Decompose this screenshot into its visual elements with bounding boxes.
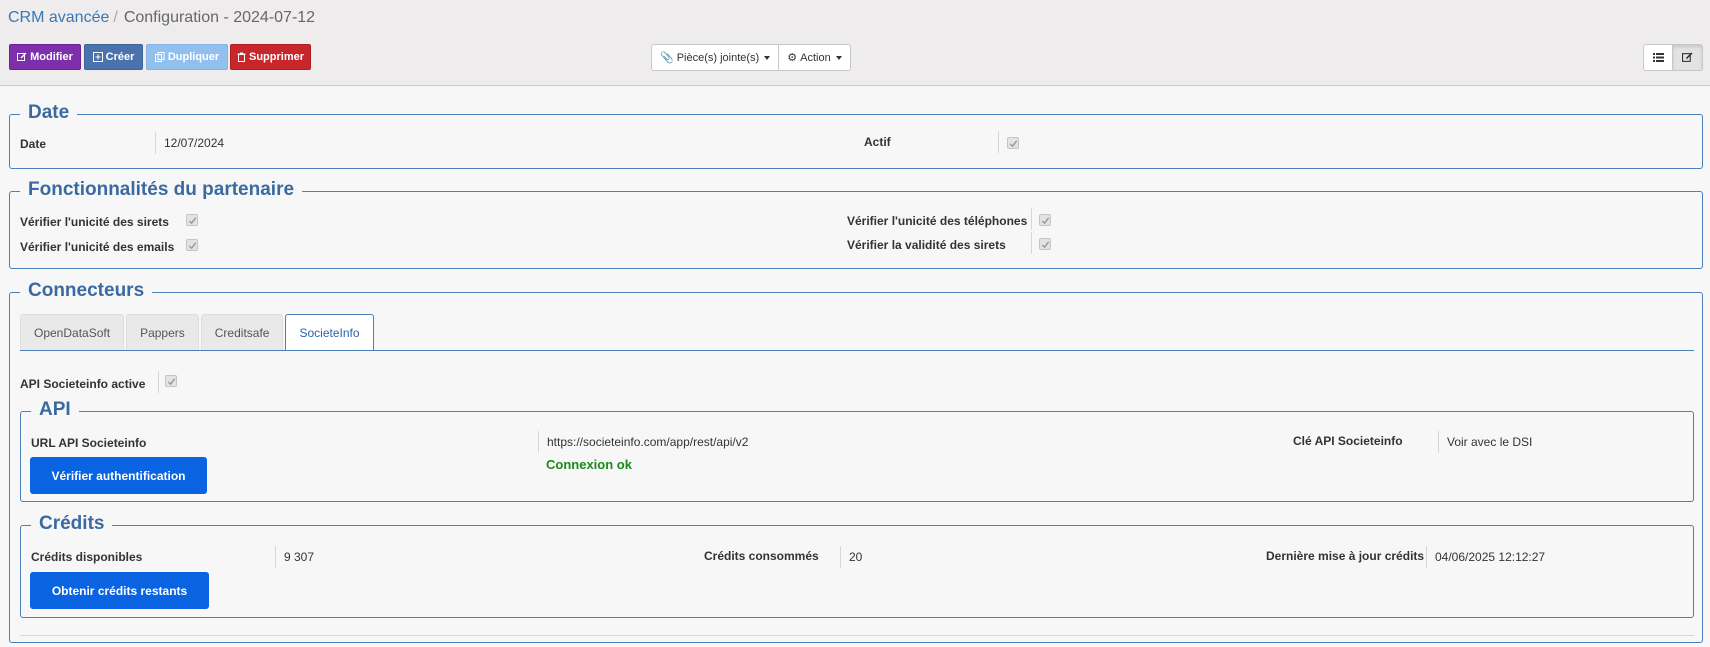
sirets-valid-label: Vérifier la validité des sirets bbox=[847, 238, 1006, 252]
divider bbox=[20, 635, 1694, 636]
api-active-label: API Societeinfo active bbox=[20, 377, 146, 391]
check-icon bbox=[167, 377, 175, 385]
creer-label: Créer bbox=[105, 51, 135, 63]
get-credits-button[interactable]: Obtenir crédits restants bbox=[30, 572, 209, 609]
last-update-value: 04/06/2025 12:12:27 bbox=[1426, 546, 1545, 568]
api-subsection-legend: API bbox=[31, 399, 79, 421]
breadcrumb-separator: / bbox=[113, 9, 118, 26]
url-api-label: URL API Societeinfo bbox=[31, 436, 147, 450]
credits-subsection-legend: Crédits bbox=[31, 513, 113, 535]
list-view-button[interactable] bbox=[1643, 44, 1673, 71]
check-icon bbox=[1041, 240, 1049, 248]
modifier-label: Modifier bbox=[30, 51, 73, 63]
dupliquer-label: Dupliquer bbox=[167, 51, 220, 63]
features-section: Fonctionnalités du partenaire Vérifier l… bbox=[9, 179, 1703, 269]
last-update-label: Dernière mise à jour crédits bbox=[1266, 549, 1425, 563]
plus-square-icon bbox=[92, 52, 103, 62]
edit-icon bbox=[17, 52, 27, 61]
view-toggle bbox=[1643, 44, 1703, 71]
check-icon bbox=[1041, 216, 1049, 224]
sirets-valid-checkbox[interactable] bbox=[1039, 238, 1051, 250]
tab-divider bbox=[20, 350, 1694, 351]
api-active-checkbox[interactable] bbox=[165, 375, 177, 387]
action-dropdown[interactable]: ⚙ Action bbox=[779, 44, 851, 71]
date-section-legend: Date bbox=[20, 102, 78, 124]
tab-creditsafe[interactable]: Creditsafe bbox=[200, 314, 284, 350]
actif-checkbox[interactable] bbox=[1007, 137, 1019, 149]
date-label: Date bbox=[20, 137, 47, 151]
sirets-unique-checkbox[interactable] bbox=[186, 214, 198, 226]
connectors-section: Connecteurs OpenDataSoft Pappers Credits… bbox=[9, 280, 1703, 643]
check-icon bbox=[188, 241, 196, 249]
top-bar: CRM avancée / Configuration - 2024-07-12 M… bbox=[0, 0, 1710, 86]
api-key-label: Clé API Societeinfo bbox=[1293, 434, 1403, 448]
connection-status: Connexion ok bbox=[546, 457, 632, 472]
credits-consumed-label: Crédits consommés bbox=[704, 549, 819, 563]
supprimer-label: Supprimer bbox=[248, 51, 304, 63]
credits-consumed-value: 20 bbox=[840, 546, 862, 568]
emails-unique-checkbox[interactable] bbox=[186, 239, 198, 251]
modifier-button[interactable]: Modifier bbox=[9, 44, 81, 70]
phones-unique-checkbox[interactable] bbox=[1039, 214, 1051, 226]
date-section: Date Date 12/07/2024 Actif bbox=[9, 102, 1703, 169]
caret-down-icon bbox=[764, 55, 771, 60]
verify-auth-button[interactable]: Vérifier authentification bbox=[30, 457, 207, 494]
caret-down-icon bbox=[835, 55, 842, 60]
breadcrumb-current: Configuration - 2024-07-12 bbox=[123, 9, 316, 26]
credits-subsection: Crédits Crédits disponibles 9 307 Crédit… bbox=[20, 513, 1694, 618]
features-section-legend: Fonctionnalités du partenaire bbox=[20, 179, 303, 201]
trash-icon bbox=[237, 52, 246, 62]
url-api-value: https://societeinfo.com/app/rest/api/v2 bbox=[538, 431, 748, 453]
tab-societeinfo[interactable]: SocieteInfo bbox=[285, 314, 374, 351]
creer-button[interactable]: Créer bbox=[84, 44, 143, 70]
copy-icon bbox=[154, 52, 165, 62]
actions-group: 📎 Pièce(s) jointe(s) ⚙ Action bbox=[651, 44, 851, 71]
gear-icon: ⚙ bbox=[787, 52, 798, 64]
form-view-button[interactable] bbox=[1673, 44, 1703, 71]
dupliquer-button[interactable]: Dupliquer bbox=[146, 44, 228, 70]
phones-unique-label: Vérifier l'unicité des téléphones bbox=[847, 214, 1028, 228]
date-value: 12/07/2024 bbox=[155, 132, 224, 154]
credits-available-value: 9 307 bbox=[275, 546, 314, 568]
breadcrumb: CRM avancée / Configuration - 2024-07-12 bbox=[8, 9, 315, 27]
connectors-section-legend: Connecteurs bbox=[20, 280, 153, 302]
breadcrumb-link-crm[interactable]: CRM avancée bbox=[8, 9, 109, 26]
action-label: Action bbox=[800, 51, 831, 64]
sirets-unique-label: Vérifier l'unicité des sirets bbox=[20, 215, 169, 229]
actif-label: Actif bbox=[864, 135, 891, 149]
attachments-dropdown[interactable]: 📎 Pièce(s) jointe(s) bbox=[651, 44, 780, 71]
divider bbox=[158, 371, 159, 393]
tab-opendatasoft[interactable]: OpenDataSoft bbox=[20, 314, 125, 350]
edit-icon bbox=[1682, 52, 1693, 62]
tab-pappers[interactable]: Pappers bbox=[126, 314, 199, 350]
api-key-value: Voir avec le DSI bbox=[1438, 431, 1532, 453]
api-subsection: API URL API Societeinfo https://societei… bbox=[20, 399, 1694, 502]
divider bbox=[1031, 232, 1032, 254]
emails-unique-label: Vérifier l'unicité des emails bbox=[20, 240, 175, 254]
check-icon bbox=[1009, 139, 1017, 147]
divider bbox=[1031, 208, 1032, 230]
divider bbox=[998, 131, 999, 153]
credits-available-label: Crédits disponibles bbox=[31, 550, 143, 564]
supprimer-button[interactable]: Supprimer bbox=[230, 44, 311, 70]
check-icon bbox=[188, 216, 196, 224]
connector-tabs: OpenDataSoft Pappers Creditsafe SocieteI… bbox=[20, 314, 376, 351]
list-icon bbox=[1652, 53, 1664, 62]
paperclip-icon: 📎 bbox=[660, 52, 674, 64]
attachments-label: Pièce(s) jointe(s) bbox=[676, 51, 760, 64]
